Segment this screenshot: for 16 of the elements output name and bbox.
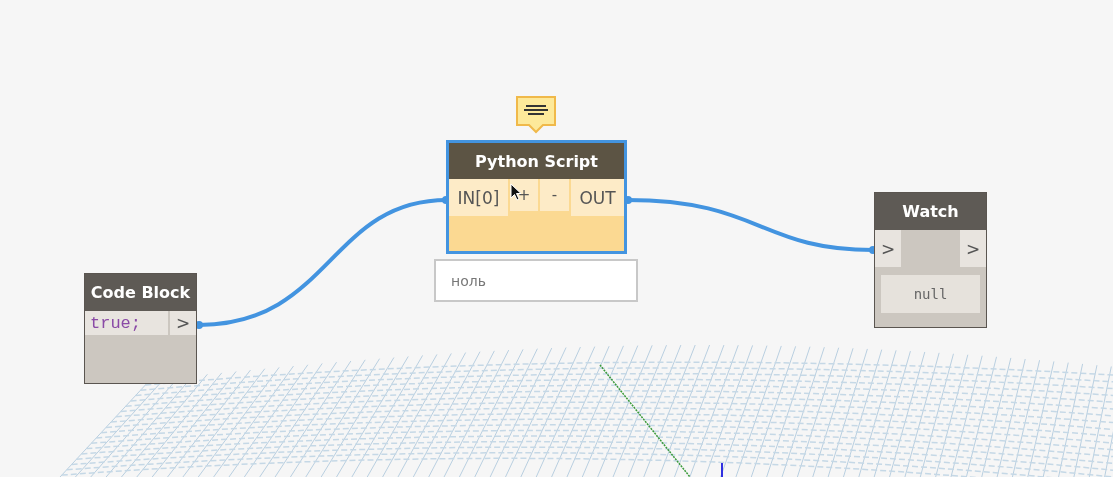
node-title: Python Script [449,143,624,179]
node-title: Watch [875,193,986,230]
code-block-node[interactable]: Code Block true; > [84,273,197,384]
code-field[interactable]: true; [85,311,168,335]
output-port[interactable]: OUT [571,179,624,216]
comment-icon[interactable] [516,96,558,134]
watch-node[interactable]: Watch > > null [874,192,987,328]
input-port[interactable]: IN[0] [449,179,508,216]
python-script-node[interactable]: Python Script IN[0] + - OUT [446,140,627,254]
output-port[interactable]: > [170,311,196,335]
remove-input-button[interactable]: - [540,179,569,211]
input-port[interactable]: > [875,230,901,267]
watch-value: null [881,275,980,313]
output-port[interactable]: > [960,230,986,267]
preview-bubble: ноль [434,259,638,302]
node-title: Code Block [85,274,196,311]
